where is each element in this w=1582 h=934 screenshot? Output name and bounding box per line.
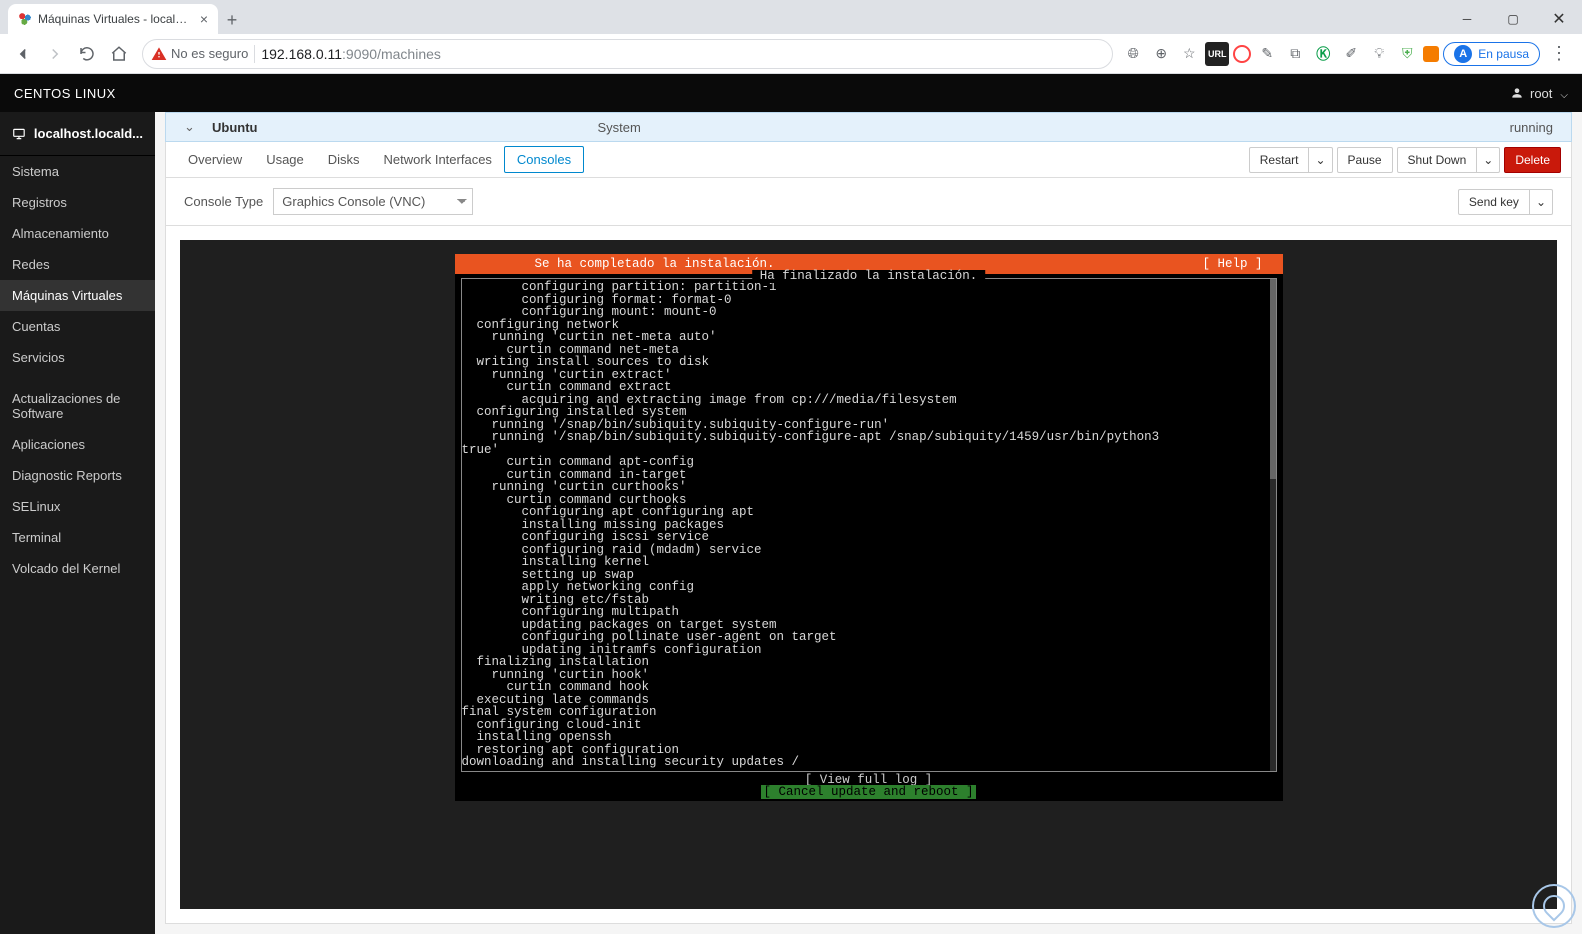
profile-label: En pausa [1478,47,1529,61]
browser-menu-icon[interactable]: ⋮ [1544,43,1574,64]
cockpit-user-label: root [1530,86,1552,101]
extension-row: 🌐︎ ⊕ ☆ URL ✎ ⧉ Ⓚ ✐ 💡︎ ⛨ A En pausa ⋮ [1121,42,1574,66]
host-label: localhost.locald... [34,126,143,141]
sidebar-item-terminal[interactable]: Terminal [0,522,155,553]
ext-bulb-icon[interactable]: 💡︎ [1367,42,1391,66]
bookmark-star-icon[interactable]: ☆ [1177,42,1201,66]
sidebar-item-redes[interactable]: Redes [0,249,155,280]
installer-banner-msg: Se ha completado la instalación. [535,258,775,271]
window-titlebar: Máquinas Virtuales - localhost.lo × + ─ … [0,0,1582,34]
ext-shield-icon[interactable]: ⛨ [1395,42,1419,66]
insecure-warning-label: No es seguro [171,46,248,61]
ext-brush-icon[interactable]: ✎ [1255,42,1279,66]
sidebar-item-máquinas-virtuales[interactable]: Máquinas Virtuales [0,280,155,311]
ext-copy-icon[interactable]: ⧉ [1283,42,1307,66]
nav-home-button[interactable] [104,39,134,69]
new-tab-button[interactable]: + [218,6,246,34]
vm-actions: Restart ⌄ Pause Shut Down ⌄ Delete [1249,147,1561,173]
profile-chip[interactable]: A En pausa [1443,42,1540,66]
sidebar-item-volcado-del-kernel[interactable]: Volcado del Kernel [0,553,155,584]
shutdown-caret[interactable]: ⌄ [1477,147,1500,173]
send-key-caret[interactable]: ⌄ [1530,189,1553,215]
tab-usage[interactable]: Usage [254,146,316,173]
sidebar-item-registros[interactable]: Registros [0,187,155,218]
vnc-screen[interactable]: Se ha completado la instalación. [ Help … [455,254,1283,801]
console-frame: Se ha completado la instalación. [ Help … [165,226,1572,924]
chevron-down-icon [1558,86,1568,101]
installer-help-link[interactable]: [ Help ] [1202,258,1262,271]
window-close-icon[interactable]: ✕ [1536,4,1582,34]
sidebar-item-sistema[interactable]: Sistema [0,156,155,187]
console-scroll-thumb[interactable] [1270,279,1276,479]
sidebar-item-actualizaciones-de-software[interactable]: Actualizaciones de Software [0,383,155,429]
browser-tab[interactable]: Máquinas Virtuales - localhost.lo × [8,4,218,34]
tab-consoles[interactable]: Consoles [504,146,584,173]
sidebar-item-servicios[interactable]: Servicios [0,342,155,373]
main-content: ⌄ Ubuntu System running OverviewUsageDis… [155,112,1582,934]
installer-box-title: Ha finalizado la instalación. [752,270,986,283]
nav-back-button[interactable] [8,39,38,69]
browser-toolbar: No es seguro 192.168.0.11:9090/machines … [0,34,1582,74]
console-type-label: Console Type [184,194,263,209]
console-type-select[interactable]: Graphics Console (VNC) [273,188,473,215]
vnc-viewport[interactable]: Se ha completado la instalación. [ Help … [180,240,1557,909]
cockpit-header: CENTOS LINUX root [0,74,1582,112]
window-minimize-icon[interactable]: ─ [1444,4,1490,34]
vm-name: Ubuntu [212,120,257,135]
insecure-warning-icon: No es seguro [151,46,248,62]
ext-opera-icon[interactable] [1233,45,1251,63]
sidebar-item-cuentas[interactable]: Cuentas [0,311,155,342]
cancel-reboot-link[interactable]: [ Cancel update and reboot ] [761,785,975,799]
ext-kaspersky-icon[interactable]: Ⓚ [1311,42,1335,66]
window-controls: ─ ▢ ✕ [1444,4,1582,34]
pause-button[interactable]: Pause [1337,147,1393,173]
tab-disks[interactable]: Disks [316,146,372,173]
sidebar-item-almacenamiento[interactable]: Almacenamiento [0,218,155,249]
profile-avatar: A [1454,45,1472,63]
send-key-group: Send key ⌄ [1458,189,1553,215]
installer-footer: [ View full log ] [ Cancel update and re… [455,772,1283,801]
url-separator [254,45,255,63]
console-scrollbar[interactable] [1270,279,1276,771]
tab-favicon [18,12,32,26]
tab-network-interfaces[interactable]: Network Interfaces [372,146,504,173]
window-maximize-icon[interactable]: ▢ [1490,4,1536,34]
installer-log-box: Ha finalizado la instalación. configurin… [461,278,1277,772]
cockpit-user-menu[interactable]: root [1510,86,1568,101]
ext-orange-icon[interactable] [1423,46,1439,62]
ext-wand-icon[interactable]: ✐ [1339,42,1363,66]
url-text: 192.168.0.11:9090/machines [261,46,441,62]
cockpit-brand: CENTOS LINUX [14,86,116,101]
nav-reload-button[interactable] [72,39,102,69]
cockpit-body: localhost.locald... SistemaRegistrosAlma… [0,112,1582,934]
sidebar: localhost.locald... SistemaRegistrosAlma… [0,112,155,934]
assistant-bubble-icon[interactable] [1532,884,1576,928]
address-bar[interactable]: No es seguro 192.168.0.11:9090/machines [142,39,1113,69]
ext-url-badge[interactable]: URL [1205,42,1229,66]
delete-button[interactable]: Delete [1504,147,1561,173]
tab-title: Máquinas Virtuales - localhost.lo [38,12,188,26]
nav-forward-button[interactable] [40,39,70,69]
sidebar-item-aplicaciones[interactable]: Aplicaciones [0,429,155,460]
translate-icon[interactable]: 🌐︎ [1121,42,1145,66]
restart-button-group: Restart ⌄ [1249,147,1333,173]
sidebar-item-selinux[interactable]: SELinux [0,491,155,522]
restart-button[interactable]: Restart [1249,147,1310,173]
host-selector[interactable]: localhost.locald... [0,112,155,156]
vm-row[interactable]: ⌄ Ubuntu System running [165,112,1572,142]
zoom-icon[interactable]: ⊕ [1149,42,1173,66]
installer-log: configuring partition: partition-1 confi… [462,279,1276,771]
chevron-down-icon[interactable]: ⌄ [184,119,200,135]
sidebar-item-diagnostic-reports[interactable]: Diagnostic Reports [0,460,155,491]
vm-state: running [1510,120,1553,135]
close-tab-icon[interactable]: × [200,11,208,27]
vm-tab-bar: OverviewUsageDisksNetwork InterfacesCons… [165,142,1572,178]
console-control-row: Console Type Graphics Console (VNC) Send… [165,178,1572,226]
shutdown-button[interactable]: Shut Down [1397,147,1478,173]
restart-caret[interactable]: ⌄ [1309,147,1332,173]
tab-overview[interactable]: Overview [176,146,254,173]
send-key-button[interactable]: Send key [1458,189,1530,215]
vm-system: System [597,120,640,135]
shutdown-button-group: Shut Down ⌄ [1397,147,1501,173]
